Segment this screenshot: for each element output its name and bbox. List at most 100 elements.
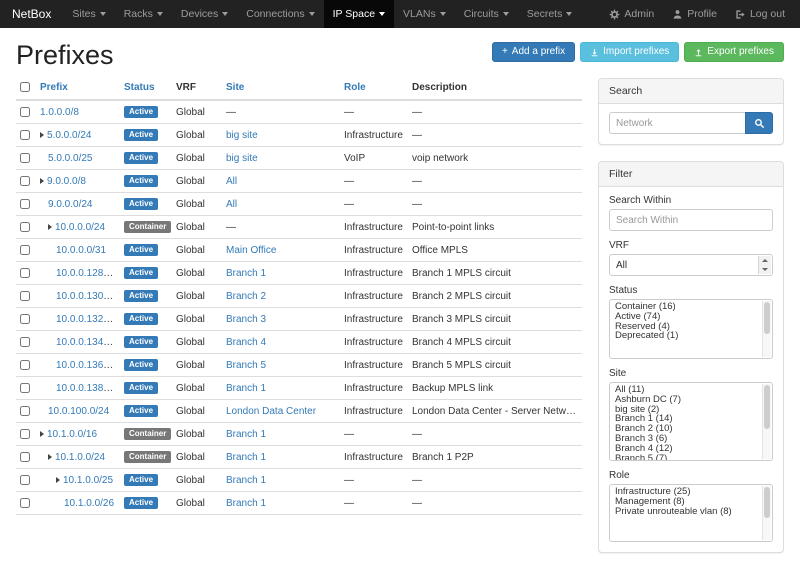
listbox-option[interactable]: Private unrouteable vlan (8) <box>610 507 760 517</box>
site-link[interactable]: All <box>226 199 237 210</box>
prefix-link[interactable]: 5.0.0.0/24 <box>47 130 91 141</box>
prefix-link[interactable]: 10.0.0.0/24 <box>55 222 105 233</box>
site-link[interactable]: All <box>226 176 237 187</box>
listbox-option[interactable]: Ashburn DC (7) <box>610 395 760 405</box>
prefix-link[interactable]: 10.0.0.136/31 <box>56 360 117 371</box>
prefix-link[interactable]: 10.0.0.138/31 <box>56 383 117 394</box>
listbox-option[interactable]: Reserved (4) <box>610 322 760 332</box>
listbox-option[interactable]: All (11) <box>610 385 760 395</box>
listbox-scrollbar[interactable] <box>762 486 771 540</box>
prefix-link[interactable]: 1.0.0.0/8 <box>40 107 79 118</box>
row-checkbox[interactable] <box>20 429 30 439</box>
row-checkbox[interactable] <box>20 153 30 163</box>
nav-item-ip-space[interactable]: IP Space <box>324 0 394 28</box>
site-link[interactable]: Main Office <box>226 245 276 256</box>
column-sort-link[interactable]: Prefix <box>40 82 68 93</box>
row-checkbox[interactable] <box>20 406 30 416</box>
row-checkbox[interactable] <box>20 475 30 485</box>
row-checkbox[interactable] <box>20 314 30 324</box>
status-badge: Active <box>124 175 158 187</box>
add-a-prefix-button[interactable]: +Add a prefix <box>492 42 575 62</box>
listbox-option[interactable]: Branch 3 (6) <box>610 434 760 444</box>
checkbox-cell <box>16 446 36 469</box>
nav-log-out[interactable]: Log out <box>726 0 794 28</box>
nav-item-vlans[interactable]: VLANs <box>394 0 455 28</box>
listbox-option[interactable]: Container (16) <box>610 302 760 312</box>
row-checkbox[interactable] <box>20 383 30 393</box>
nav-item-connections[interactable]: Connections <box>237 0 323 28</box>
row-checkbox[interactable] <box>20 176 30 186</box>
column-sort-link[interactable]: Status <box>124 82 155 93</box>
site-link[interactable]: London Data Center <box>226 406 316 417</box>
prefix-link[interactable]: 10.1.0.0/25 <box>63 475 113 486</box>
prefix-link[interactable]: 10.0.0.130/31 <box>56 291 117 302</box>
row-checkbox[interactable] <box>20 268 30 278</box>
nav-item-racks[interactable]: Racks <box>115 0 172 28</box>
row-checkbox[interactable] <box>20 360 30 370</box>
nav-item-circuits[interactable]: Circuits <box>455 0 518 28</box>
site-link[interactable]: Branch 1 <box>226 452 266 463</box>
site-link[interactable]: Branch 4 <box>226 337 266 348</box>
listbox-option[interactable]: Management (8) <box>610 497 760 507</box>
prefix-link[interactable]: 10.1.0.0/16 <box>47 429 97 440</box>
listbox-option[interactable]: big site (2) <box>610 405 760 415</box>
prefix-link[interactable]: 10.1.0.0/24 <box>55 452 105 463</box>
listbox-scrollbar[interactable] <box>762 384 771 459</box>
site-link[interactable]: Branch 1 <box>226 383 266 394</box>
prefix-link[interactable]: 9.0.0.0/8 <box>47 176 86 187</box>
site-link[interactable]: big site <box>226 130 258 141</box>
row-checkbox[interactable] <box>20 452 30 462</box>
site-link[interactable]: Branch 3 <box>226 314 266 325</box>
row-checkbox[interactable] <box>20 337 30 347</box>
nav-item-secrets[interactable]: Secrets <box>518 0 582 28</box>
site-link[interactable]: Branch 1 <box>226 475 266 486</box>
prefix-link[interactable]: 10.0.0.134/31 <box>56 337 117 348</box>
prefix-link[interactable]: 10.0.0.128/31 <box>56 268 117 279</box>
site-link[interactable]: Branch 1 <box>226 429 266 440</box>
prefix-link[interactable]: 10.0.100.0/24 <box>48 406 109 417</box>
listbox-option[interactable]: Branch 2 (10) <box>610 424 760 434</box>
description-cell: Branch 4 MPLS circuit <box>408 331 582 354</box>
nav-item-sites[interactable]: Sites <box>63 0 114 28</box>
listbox-option[interactable]: Branch 5 (7) <box>610 454 760 461</box>
prefix-link[interactable]: 10.1.0.0/26 <box>64 498 114 509</box>
button-label: Export prefixes <box>707 46 774 58</box>
select-scrollbar-icon[interactable] <box>758 256 771 274</box>
prefix-link[interactable]: 9.0.0.0/24 <box>48 199 92 210</box>
nav-admin[interactable]: Admin <box>600 0 663 28</box>
navbar-brand[interactable]: NetBox <box>0 0 63 28</box>
listbox-option[interactable]: Branch 4 (12) <box>610 444 760 454</box>
column-sort-link[interactable]: Role <box>344 82 366 93</box>
listbox-scrollbar[interactable] <box>762 301 771 357</box>
site-link[interactable]: big site <box>226 153 258 164</box>
nav-profile[interactable]: Profile <box>663 0 726 28</box>
export-prefixes-button[interactable]: Export prefixes <box>684 42 784 62</box>
prefix-link[interactable]: 5.0.0.0/25 <box>48 153 92 164</box>
listbox-option[interactable]: Branch 1 (14) <box>610 414 760 424</box>
site-link[interactable]: Branch 1 <box>226 268 266 279</box>
listbox-option[interactable]: Active (74) <box>610 312 760 322</box>
row-checkbox[interactable] <box>20 291 30 301</box>
listbox-option[interactable]: Infrastructure (25) <box>610 487 760 497</box>
import-prefixes-button[interactable]: Import prefixes <box>580 42 679 62</box>
search-button[interactable] <box>745 112 773 134</box>
filter-select-vrf[interactable]: All <box>609 254 773 276</box>
listbox-option[interactable]: Deprecated (1) <box>610 331 760 341</box>
filter-input-search-within[interactable] <box>609 209 773 231</box>
site-link[interactable]: Branch 5 <box>226 360 266 371</box>
site-link[interactable]: Branch 1 <box>226 498 266 509</box>
site-link[interactable]: Branch 2 <box>226 291 266 302</box>
row-checkbox[interactable] <box>20 222 30 232</box>
nav-item-devices[interactable]: Devices <box>172 0 237 28</box>
row-checkbox[interactable] <box>20 498 30 508</box>
select-all-checkbox[interactable] <box>20 82 30 92</box>
row-checkbox[interactable] <box>20 245 30 255</box>
search-input[interactable] <box>609 112 745 134</box>
row-checkbox[interactable] <box>20 199 30 209</box>
row-checkbox[interactable] <box>20 107 30 117</box>
column-header-description: Description <box>408 78 582 100</box>
prefix-link[interactable]: 10.0.0.132/31 <box>56 314 117 325</box>
row-checkbox[interactable] <box>20 130 30 140</box>
prefix-link[interactable]: 10.0.0.0/31 <box>56 245 106 256</box>
column-sort-link[interactable]: Site <box>226 82 244 93</box>
